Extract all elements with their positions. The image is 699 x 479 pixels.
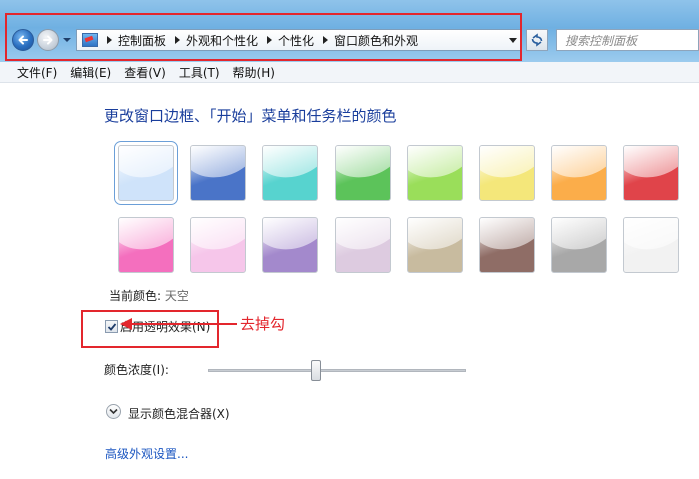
current-color-value: 天空 xyxy=(164,289,189,303)
refresh-icon xyxy=(531,33,543,47)
color-swatch[interactable] xyxy=(114,141,178,205)
search-placeholder: 搜索控制面板 xyxy=(565,33,638,48)
color-swatch[interactable] xyxy=(479,145,535,201)
color-swatch[interactable] xyxy=(551,217,608,273)
menu-file[interactable]: 文件(F) xyxy=(17,64,57,81)
menu-edit[interactable]: 编辑(E) xyxy=(70,64,111,81)
page-title: 更改窗口边框、「开始」菜单和任务栏的颜色 xyxy=(104,107,397,125)
color-swatch[interactable] xyxy=(190,217,247,273)
show-color-mixer-toggle[interactable]: 显示颜色混合器(X) xyxy=(128,405,230,422)
current-color-text: 当前颜色: 天空 xyxy=(109,287,189,304)
color-swatch[interactable] xyxy=(479,217,535,273)
color-swatch[interactable] xyxy=(334,145,391,201)
expand-chevron-icon[interactable] xyxy=(106,404,121,419)
menu-bar: 文件(F) 编辑(E) 查看(V) 工具(T) 帮助(H) xyxy=(0,62,699,83)
checkmark-icon xyxy=(107,322,116,331)
annotation-arrow-icon xyxy=(120,318,237,330)
annotation-text: 去掉勾 xyxy=(240,315,286,333)
highlight-box-address xyxy=(5,13,522,61)
color-intensity-label: 颜色浓度(I): xyxy=(104,363,169,377)
menu-tools[interactable]: 工具(T) xyxy=(179,64,220,81)
advanced-appearance-link[interactable]: 高级外观设置... xyxy=(105,445,188,462)
color-swatch[interactable] xyxy=(551,145,608,201)
color-intensity-slider-track[interactable] xyxy=(208,369,466,372)
color-swatch[interactable] xyxy=(623,217,680,273)
color-intensity-slider-thumb[interactable] xyxy=(311,360,322,381)
refresh-button[interactable] xyxy=(526,29,548,51)
color-swatch[interactable] xyxy=(262,217,319,273)
window-chrome: 控制面板 外观和个性化 个性化 窗口颜色和外观 搜索控制面板 xyxy=(0,0,699,62)
menu-view[interactable]: 查看(V) xyxy=(124,64,166,81)
color-swatch[interactable] xyxy=(406,145,463,201)
menu-help[interactable]: 帮助(H) xyxy=(233,64,275,81)
transparency-checkbox[interactable] xyxy=(105,320,118,333)
color-swatch[interactable] xyxy=(190,145,247,201)
color-swatch[interactable] xyxy=(406,217,463,273)
current-color-label: 当前颜色: xyxy=(109,289,162,303)
search-input[interactable]: 搜索控制面板 xyxy=(556,29,699,51)
color-swatch[interactable] xyxy=(262,145,319,201)
chevron-down-icon xyxy=(109,408,118,415)
color-swatch[interactable] xyxy=(118,217,174,273)
color-swatch[interactable] xyxy=(623,145,680,201)
color-swatch[interactable] xyxy=(334,217,391,273)
